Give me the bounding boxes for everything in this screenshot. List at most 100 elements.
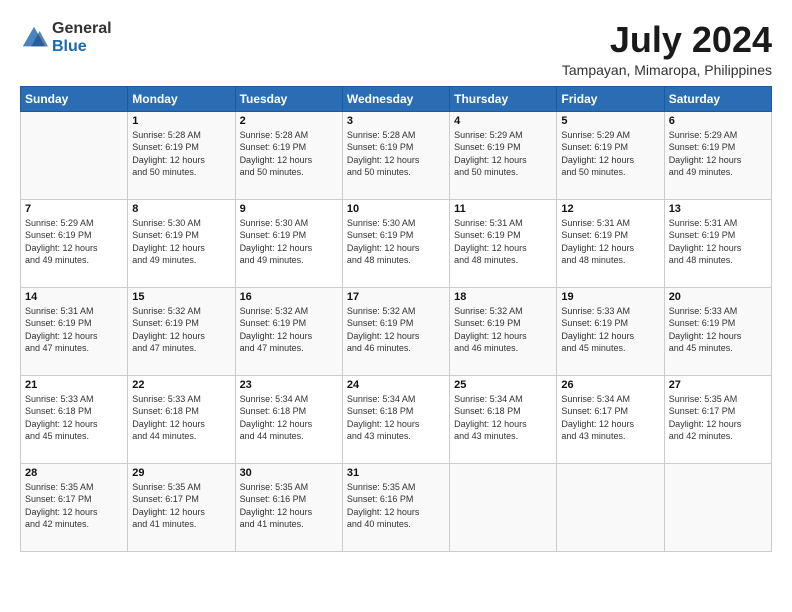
day-info: Sunrise: 5:34 AM Sunset: 6:18 PM Dayligh… <box>347 393 445 443</box>
week-row-2: 7 Sunrise: 5:29 AM Sunset: 6:19 PM Daylig… <box>21 199 772 287</box>
header-row: SundayMondayTuesdayWednesdayThursdayFrid… <box>21 86 772 111</box>
column-header-tuesday: Tuesday <box>235 86 342 111</box>
day-number: 20 <box>669 291 767 303</box>
day-number: 18 <box>454 291 552 303</box>
day-number: 6 <box>669 115 767 127</box>
page: General Blue July 2024 Tampayan, Mimarop… <box>0 0 792 612</box>
day-info: Sunrise: 5:32 AM Sunset: 6:19 PM Dayligh… <box>240 305 338 355</box>
logo-text: General Blue <box>52 20 112 55</box>
day-cell <box>664 463 771 551</box>
day-cell: 21 Sunrise: 5:33 AM Sunset: 6:18 PM Dayli… <box>21 375 128 463</box>
day-info: Sunrise: 5:28 AM Sunset: 6:19 PM Dayligh… <box>347 129 445 179</box>
day-number: 8 <box>132 203 230 215</box>
day-number: 28 <box>25 467 123 479</box>
day-cell: 17Sunrise: 5:32 AM Sunset: 6:19 PM Dayli… <box>342 287 449 375</box>
day-info: Sunrise: 5:32 AM Sunset: 6:19 PM Dayligh… <box>454 305 552 355</box>
day-cell <box>21 111 128 199</box>
day-info: Sunrise: 5:30 AM Sunset: 6:19 PM Dayligh… <box>240 217 338 267</box>
title-block: July 2024 Tampayan, Mimaropa, Philippine… <box>562 20 772 78</box>
day-cell: 19 Sunrise: 5:33 AM Sunset: 6:19 PM Dayli… <box>557 287 664 375</box>
day-info: Sunrise: 5:35 AM Sunset: 6:17 PM Dayligh… <box>669 393 767 443</box>
logo: General Blue <box>20 20 112 55</box>
column-header-wednesday: Wednesday <box>342 86 449 111</box>
day-info: Sunrise: 5:30 AM Sunset: 6:19 PM Dayligh… <box>132 217 230 267</box>
day-cell: 6 Sunrise: 5:29 AM Sunset: 6:19 PM Daylig… <box>664 111 771 199</box>
day-info: Sunrise: 5:31 AM Sunset: 6:19 PM Dayligh… <box>561 217 659 267</box>
day-info: Sunrise: 5:30 AM Sunset: 6:19 PM Dayligh… <box>347 217 445 267</box>
day-number: 2 <box>240 115 338 127</box>
column-header-thursday: Thursday <box>450 86 557 111</box>
day-info: Sunrise: 5:35 AM Sunset: 6:17 PM Dayligh… <box>132 481 230 531</box>
day-number: 26 <box>561 379 659 391</box>
logo-blue-text: Blue <box>52 38 112 56</box>
day-number: 24 <box>347 379 445 391</box>
day-info: Sunrise: 5:33 AM Sunset: 6:19 PM Dayligh… <box>561 305 659 355</box>
day-number: 13 <box>669 203 767 215</box>
day-number: 5 <box>561 115 659 127</box>
day-cell: 26Sunrise: 5:34 AM Sunset: 6:17 PM Dayli… <box>557 375 664 463</box>
day-info: Sunrise: 5:29 AM Sunset: 6:19 PM Dayligh… <box>25 217 123 267</box>
day-cell: 4 Sunrise: 5:29 AM Sunset: 6:19 PM Daylig… <box>450 111 557 199</box>
day-info: Sunrise: 5:35 AM Sunset: 6:17 PM Dayligh… <box>25 481 123 531</box>
day-number: 19 <box>561 291 659 303</box>
day-cell: 29Sunrise: 5:35 AM Sunset: 6:17 PM Dayli… <box>128 463 235 551</box>
day-cell: 1 Sunrise: 5:28 AM Sunset: 6:19 PM Daylig… <box>128 111 235 199</box>
day-cell: 12 Sunrise: 5:31 AM Sunset: 6:19 PM Dayli… <box>557 199 664 287</box>
day-info: Sunrise: 5:29 AM Sunset: 6:19 PM Dayligh… <box>454 129 552 179</box>
day-info: Sunrise: 5:29 AM Sunset: 6:19 PM Dayligh… <box>561 129 659 179</box>
day-number: 7 <box>25 203 123 215</box>
day-cell: 28 Sunrise: 5:35 AM Sunset: 6:17 PM Dayli… <box>21 463 128 551</box>
day-number: 3 <box>347 115 445 127</box>
day-cell: 3 Sunrise: 5:28 AM Sunset: 6:19 PM Daylig… <box>342 111 449 199</box>
day-info: Sunrise: 5:35 AM Sunset: 6:16 PM Dayligh… <box>240 481 338 531</box>
day-cell: 25Sunrise: 5:34 AM Sunset: 6:18 PM Dayli… <box>450 375 557 463</box>
day-info: Sunrise: 5:28 AM Sunset: 6:19 PM Dayligh… <box>240 129 338 179</box>
column-header-monday: Monday <box>128 86 235 111</box>
day-cell: 7 Sunrise: 5:29 AM Sunset: 6:19 PM Daylig… <box>21 199 128 287</box>
day-cell: 23 Sunrise: 5:34 AM Sunset: 6:18 PM Dayli… <box>235 375 342 463</box>
day-cell: 22Sunrise: 5:33 AM Sunset: 6:18 PM Dayli… <box>128 375 235 463</box>
main-title: July 2024 <box>562 20 772 60</box>
day-cell: 14 Sunrise: 5:31 AM Sunset: 6:19 PM Dayli… <box>21 287 128 375</box>
day-cell <box>450 463 557 551</box>
week-row-4: 21 Sunrise: 5:33 AM Sunset: 6:18 PM Dayli… <box>21 375 772 463</box>
day-cell: 13Sunrise: 5:31 AM Sunset: 6:19 PM Dayli… <box>664 199 771 287</box>
day-cell: 24 Sunrise: 5:34 AM Sunset: 6:18 PM Dayli… <box>342 375 449 463</box>
day-number: 9 <box>240 203 338 215</box>
day-number: 4 <box>454 115 552 127</box>
day-number: 12 <box>561 203 659 215</box>
logo-general-text: General <box>52 20 112 38</box>
day-number: 30 <box>240 467 338 479</box>
day-number: 21 <box>25 379 123 391</box>
day-info: Sunrise: 5:29 AM Sunset: 6:19 PM Dayligh… <box>669 129 767 179</box>
column-header-saturday: Saturday <box>664 86 771 111</box>
day-cell: 30 Sunrise: 5:35 AM Sunset: 6:16 PM Dayli… <box>235 463 342 551</box>
day-info: Sunrise: 5:34 AM Sunset: 6:18 PM Dayligh… <box>240 393 338 443</box>
day-cell: 2 Sunrise: 5:28 AM Sunset: 6:19 PM Daylig… <box>235 111 342 199</box>
day-info: Sunrise: 5:35 AM Sunset: 6:16 PM Dayligh… <box>347 481 445 531</box>
week-row-5: 28 Sunrise: 5:35 AM Sunset: 6:17 PM Dayli… <box>21 463 772 551</box>
week-row-3: 14 Sunrise: 5:31 AM Sunset: 6:19 PM Dayli… <box>21 287 772 375</box>
header: General Blue July 2024 Tampayan, Mimarop… <box>20 20 772 78</box>
day-info: Sunrise: 5:34 AM Sunset: 6:18 PM Dayligh… <box>454 393 552 443</box>
day-info: Sunrise: 5:33 AM Sunset: 6:18 PM Dayligh… <box>25 393 123 443</box>
day-info: Sunrise: 5:28 AM Sunset: 6:19 PM Dayligh… <box>132 129 230 179</box>
day-number: 14 <box>25 291 123 303</box>
day-number: 1 <box>132 115 230 127</box>
day-info: Sunrise: 5:31 AM Sunset: 6:19 PM Dayligh… <box>25 305 123 355</box>
day-number: 27 <box>669 379 767 391</box>
day-info: Sunrise: 5:31 AM Sunset: 6:19 PM Dayligh… <box>454 217 552 267</box>
day-cell: 11 Sunrise: 5:31 AM Sunset: 6:19 PM Dayli… <box>450 199 557 287</box>
day-info: Sunrise: 5:33 AM Sunset: 6:18 PM Dayligh… <box>132 393 230 443</box>
day-number: 31 <box>347 467 445 479</box>
column-header-friday: Friday <box>557 86 664 111</box>
day-cell: 31 Sunrise: 5:35 AM Sunset: 6:16 PM Dayli… <box>342 463 449 551</box>
day-number: 15 <box>132 291 230 303</box>
column-header-sunday: Sunday <box>21 86 128 111</box>
day-info: Sunrise: 5:32 AM Sunset: 6:19 PM Dayligh… <box>132 305 230 355</box>
day-number: 11 <box>454 203 552 215</box>
day-number: 10 <box>347 203 445 215</box>
day-cell: 16Sunrise: 5:32 AM Sunset: 6:19 PM Dayli… <box>235 287 342 375</box>
day-cell: 27 Sunrise: 5:35 AM Sunset: 6:17 PM Dayli… <box>664 375 771 463</box>
day-number: 23 <box>240 379 338 391</box>
